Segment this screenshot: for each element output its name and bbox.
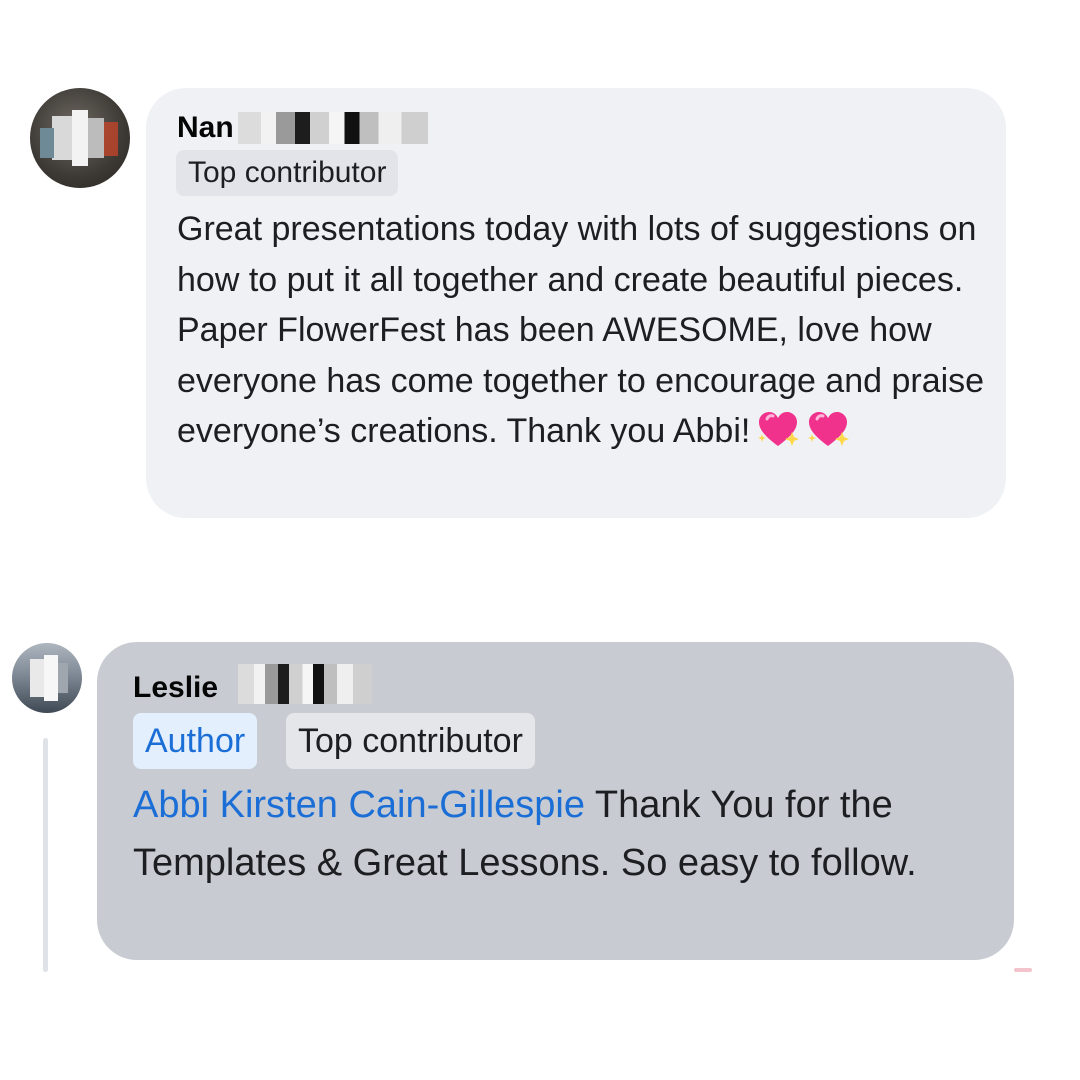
top-contributor-badge: Top contributor <box>286 713 535 769</box>
comment-thread: Nan Top contributor Great presentations … <box>0 0 1080 1080</box>
comment-body: Great presentations today with lots of s… <box>177 210 985 450</box>
sparkling-heart-icon <box>758 412 800 446</box>
reaction-indicator <box>1014 968 1032 972</box>
avatar[interactable] <box>30 88 130 188</box>
redacted-name <box>238 664 372 704</box>
comment-text: Great presentations today with lots of s… <box>177 204 987 457</box>
commenter-name[interactable]: Nan <box>177 110 234 146</box>
reply-text: Abbi Kirsten Cain-Gillespie Thank You fo… <box>133 776 993 892</box>
thread-line <box>43 738 48 972</box>
divider-dots <box>400 44 440 48</box>
mention-link[interactable]: Abbi Kirsten Cain-Gillespie <box>133 784 585 826</box>
top-contributor-badge: Top contributor <box>176 150 399 196</box>
commenter-name[interactable]: Leslie <box>133 670 218 706</box>
redacted-name <box>238 112 428 144</box>
sparkling-heart-icon <box>808 412 850 446</box>
author-badge: Author <box>133 713 258 769</box>
avatar[interactable] <box>12 643 82 713</box>
